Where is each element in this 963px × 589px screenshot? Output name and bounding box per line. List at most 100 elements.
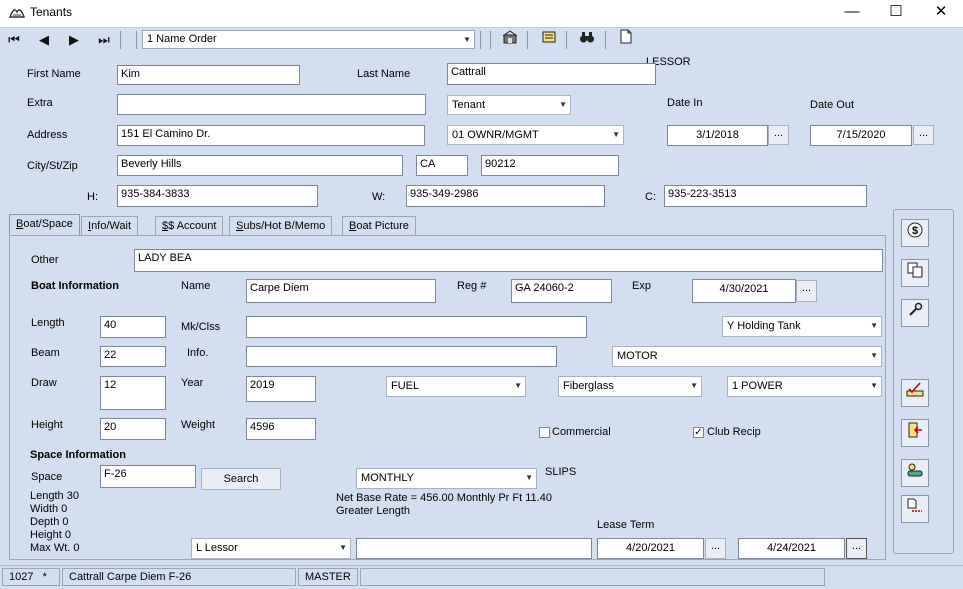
note-icon[interactable] xyxy=(535,28,563,52)
date-in-picker-button[interactable]: ... xyxy=(768,125,789,145)
draw-label: Draw xyxy=(31,377,57,389)
club-recip-checkbox[interactable]: ✓ xyxy=(693,427,704,438)
lessor-select[interactable]: L Lessor ▼ xyxy=(191,538,351,559)
reg-field[interactable]: GA 24060-2 xyxy=(511,279,612,303)
beam-field[interactable]: 22 xyxy=(100,346,166,367)
boat-name-field[interactable]: Carpe Diem xyxy=(246,279,436,303)
last-record-icon[interactable]: ⏭ xyxy=(90,28,118,52)
holding-tank-value: Y Holding Tank xyxy=(727,320,801,332)
address-field[interactable]: 151 El Camino Dr. xyxy=(117,125,425,146)
toolbar-separator xyxy=(136,31,137,49)
exp-field[interactable]: 4/30/2021 xyxy=(692,279,796,303)
commercial-label: Commercial xyxy=(552,426,611,438)
height-field[interactable]: 20 xyxy=(100,418,166,440)
power-type-select[interactable]: 1 POWER ▼ xyxy=(727,376,882,397)
next-record-icon[interactable]: ▶ xyxy=(60,28,88,52)
power-type-value: 1 POWER xyxy=(732,380,783,392)
maximize-button[interactable]: ☐ xyxy=(873,0,919,26)
other-field[interactable]: LADY BEA xyxy=(134,249,883,272)
category-select[interactable]: 01 OWNR/MGMT ▼ xyxy=(447,125,624,145)
fuel-select[interactable]: FUEL ▼ xyxy=(386,376,526,397)
chevron-down-icon: ▼ xyxy=(690,381,698,390)
length-field[interactable]: 40 xyxy=(100,316,166,338)
commercial-checkbox[interactable] xyxy=(539,427,550,438)
copy-icon[interactable] xyxy=(901,259,929,287)
lease-start-field[interactable]: 4/20/2021 xyxy=(597,538,704,559)
year-field[interactable]: 2019 xyxy=(246,376,316,402)
year-label: Year xyxy=(181,377,204,389)
page-icon[interactable] xyxy=(612,28,640,52)
work-phone-field[interactable]: 935-349-2986 xyxy=(406,185,605,207)
people-car-icon[interactable] xyxy=(901,459,929,487)
transfer-page-icon[interactable] xyxy=(901,495,929,523)
state-field[interactable]: CA xyxy=(416,155,468,176)
lease-end-picker-button[interactable]: ... xyxy=(846,538,867,559)
rate-period-select[interactable]: MONTHLY ▼ xyxy=(356,468,537,489)
close-button[interactable]: ✕ xyxy=(918,0,963,26)
beam-label: Beam xyxy=(31,347,60,359)
space-max-weight-text: Max Wt. 0 xyxy=(30,542,80,554)
home-phone-label: H: xyxy=(87,191,98,203)
toolbar-separator xyxy=(490,31,491,49)
sort-order-select[interactable]: 1 Name Order ▼ xyxy=(142,30,475,49)
first-record-icon[interactable]: ⏮ xyxy=(0,28,28,52)
toolbar-separator xyxy=(605,31,606,49)
other-label: Other xyxy=(31,254,59,266)
first-name-label: First Name xyxy=(27,68,81,80)
cell-phone-field[interactable]: 935-223-3513 xyxy=(664,185,867,207)
club-recip-label: Club Recip xyxy=(707,426,761,438)
record-id-status: 1027 * xyxy=(2,568,60,586)
exit-door-icon[interactable] xyxy=(901,419,929,447)
first-name-field[interactable]: Kim xyxy=(117,65,300,85)
tab-info-wait[interactable]: Info/Wait xyxy=(81,216,139,235)
address-label: Address xyxy=(27,129,68,141)
minimize-button[interactable]: — xyxy=(829,0,875,26)
tab-account[interactable]: $$ Account xyxy=(155,216,224,235)
tenant-type-select[interactable]: Tenant ▼ xyxy=(447,95,571,115)
lease-note-field[interactable] xyxy=(356,538,592,559)
city-field[interactable]: Beverly Hills xyxy=(117,155,403,176)
space-length-text: Length 30 xyxy=(30,490,79,502)
chevron-down-icon: ▼ xyxy=(612,130,620,139)
edit-check-icon[interactable] xyxy=(901,379,929,407)
tab-subs-memo[interactable]: Subs/Hot B/Memo xyxy=(229,216,333,235)
rate-period-value: MONTHLY xyxy=(361,472,414,484)
height-label: Height xyxy=(31,419,63,431)
cell-phone-label: C: xyxy=(645,191,656,203)
window-title: Tenants xyxy=(30,5,73,19)
draw-field[interactable]: 12 xyxy=(100,376,166,410)
date-out-field[interactable]: 7/15/2020 xyxy=(810,125,912,146)
space-field[interactable]: F-26 xyxy=(100,465,196,488)
info-field[interactable] xyxy=(246,346,557,367)
category-value: 01 OWNR/MGMT xyxy=(452,129,539,141)
lease-start-picker-button[interactable]: ... xyxy=(705,538,726,559)
boat-information-heading: Boat Information xyxy=(31,280,119,292)
tab-boat-picture[interactable]: Boat Picture xyxy=(342,216,416,235)
tab-boat-space[interactable]: Boat/Space xyxy=(9,214,80,236)
mkclss-field[interactable] xyxy=(246,316,587,338)
space-width-text: Width 0 xyxy=(30,503,68,515)
home-phone-field[interactable]: 935-384-3833 xyxy=(117,185,318,207)
exp-picker-button[interactable]: ... xyxy=(796,280,817,302)
motor-select[interactable]: MOTOR ▼ xyxy=(612,346,882,367)
binoculars-icon[interactable] xyxy=(573,28,601,52)
holding-tank-select[interactable]: Y Holding Tank ▼ xyxy=(722,316,882,337)
motor-value: MOTOR xyxy=(617,350,658,362)
dollar-icon[interactable]: $ xyxy=(901,219,929,247)
space-height-text: Height 0 xyxy=(30,529,71,541)
extra-field[interactable] xyxy=(117,94,426,115)
date-in-field[interactable]: 3/1/2018 xyxy=(667,125,768,146)
lease-end-field[interactable]: 4/24/2021 xyxy=(738,538,845,559)
search-button[interactable]: Search xyxy=(201,468,281,490)
building-icon[interactable] xyxy=(496,28,524,52)
wrench-icon[interactable] xyxy=(901,299,929,327)
chevron-down-icon: ▼ xyxy=(870,381,878,390)
weight-field[interactable]: 4596 xyxy=(246,418,316,440)
date-out-picker-button[interactable]: ... xyxy=(913,125,934,145)
previous-record-icon[interactable]: ◀ xyxy=(30,28,58,52)
chevron-down-icon: ▼ xyxy=(870,321,878,330)
exp-label: Exp xyxy=(632,280,651,292)
hull-material-select[interactable]: Fiberglass ▼ xyxy=(558,376,702,397)
zip-field[interactable]: 90212 xyxy=(481,155,619,176)
last-name-field[interactable]: Cattrall xyxy=(447,63,656,85)
